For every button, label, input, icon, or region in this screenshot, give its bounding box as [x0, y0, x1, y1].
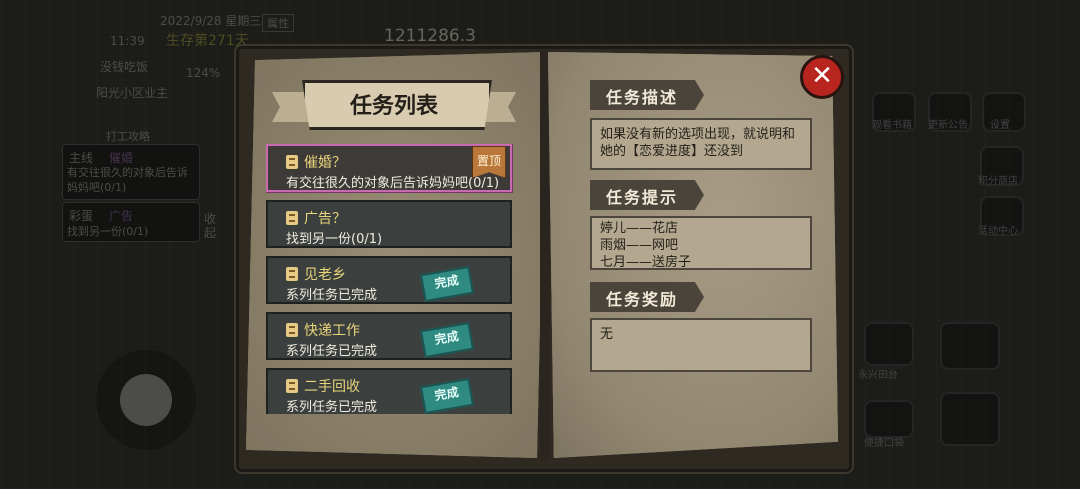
- title-banner: 任务列表: [272, 78, 516, 130]
- reward-header: 任务奖励: [590, 282, 704, 312]
- hint-header: 任务提示: [590, 180, 704, 210]
- task-desc: 找到另一份(0/1): [286, 232, 383, 247]
- clipboard-icon: [286, 379, 298, 393]
- completed-stamp: 完成: [419, 265, 475, 303]
- panel-title: 任务列表: [349, 94, 438, 119]
- clipboard-icon: [286, 155, 298, 169]
- task-desc: 系列任务已完成: [286, 400, 378, 414]
- task-item[interactable]: 快递工作 系列任务已完成 完成: [266, 312, 512, 360]
- completed-stamp: 完成: [419, 321, 475, 359]
- clipboard-icon: [286, 267, 298, 281]
- task-desc: 系列任务已完成: [286, 288, 378, 303]
- task-item[interactable]: 二手回收 系列任务已完成 完成: [266, 368, 512, 414]
- book-spine: [540, 50, 550, 460]
- reward-box: 无: [590, 318, 812, 372]
- task-name: 二手回收: [304, 379, 360, 395]
- task-name: 见老乡: [304, 267, 346, 283]
- reward-header-text: 任务奖励: [606, 290, 679, 309]
- description-text: 如果没有新的选项出现，就说明和她的【恋爱进度】还没到: [600, 127, 796, 159]
- close-icon[interactable]: ✕: [800, 55, 844, 99]
- task-item-selected[interactable]: 催婚？ 有交往很久的对象后告诉妈妈吧(0/1) 置顶: [266, 144, 512, 192]
- hint-line: 七月——送房子: [600, 255, 692, 270]
- task-desc: 有交往很久的对象后告诉妈妈吧(0/1): [286, 176, 500, 191]
- description-box: 如果没有新的选项出现，就说明和她的【恋爱进度】还没到: [590, 118, 812, 170]
- task-desc: 系列任务已完成: [286, 344, 378, 359]
- completed-stamp: 完成: [419, 377, 475, 414]
- task-item[interactable]: 广告？ 找到另一份(0/1): [266, 200, 512, 248]
- clipboard-icon: [286, 211, 298, 225]
- clipboard-icon: [286, 323, 298, 337]
- description-header-text: 任务描述: [606, 88, 679, 107]
- task-name: 广告？: [304, 211, 346, 227]
- reward-text: 无: [600, 327, 614, 342]
- hint-line: 婷儿——花店: [600, 221, 679, 236]
- task-list[interactable]: 催婚？ 有交往很久的对象后告诉妈妈吧(0/1) 置顶 广告？ 找到另一份(0/1…: [266, 144, 518, 414]
- task-name: 快递工作: [304, 323, 360, 339]
- description-header: 任务描述: [590, 80, 704, 110]
- task-item[interactable]: 见老乡 系列任务已完成 完成: [266, 256, 512, 304]
- hint-header-text: 任务提示: [606, 188, 679, 207]
- task-name: 催婚？: [304, 155, 346, 171]
- hint-line: 雨烟——网吧: [600, 238, 679, 253]
- hint-box: 婷儿——花店 雨烟——网吧 七月——送房子: [590, 216, 812, 270]
